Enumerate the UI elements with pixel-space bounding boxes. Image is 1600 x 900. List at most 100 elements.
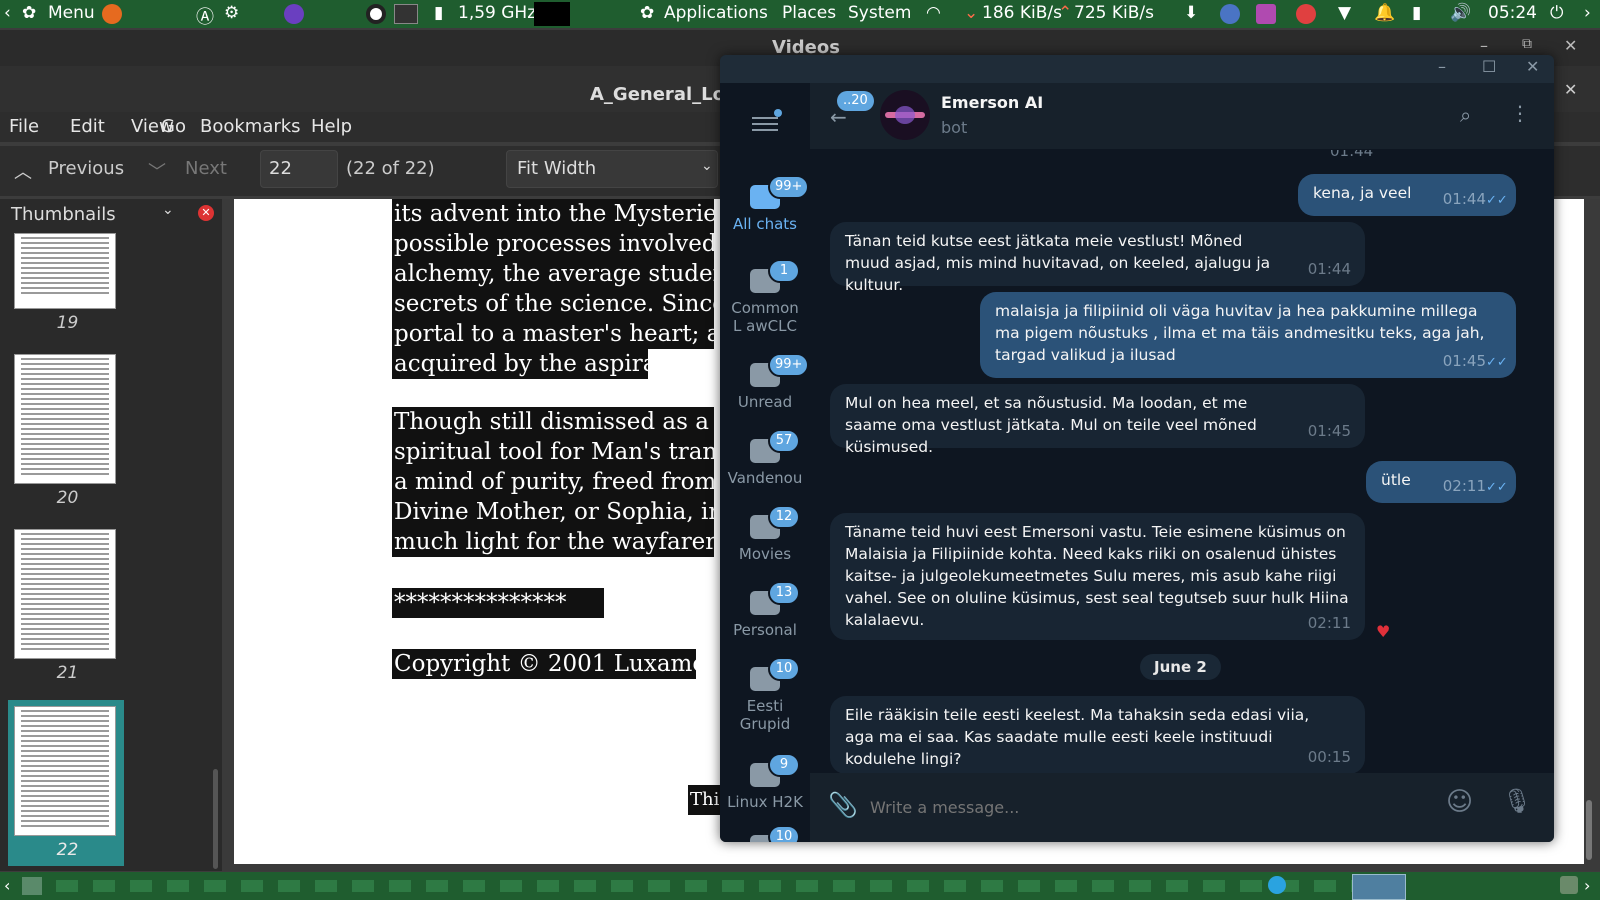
menu-icon[interactable]: ✿	[22, 3, 36, 23]
terminal-icon[interactable]	[394, 4, 418, 24]
opera-icon[interactable]	[366, 4, 386, 24]
folder-movies[interactable]: 12 Movies	[720, 505, 810, 563]
avatar[interactable]	[880, 90, 930, 140]
videos-restore-button[interactable]: ⧉	[1522, 36, 1532, 52]
message-outgoing[interactable]: malaisja ja filipiinid oli väga huvitav …	[980, 292, 1516, 378]
show-desktop-icon[interactable]	[22, 877, 42, 895]
message-incoming[interactable]: Mul on hea meel, et sa nõustusid. Ma loo…	[830, 384, 1365, 456]
evince-document-title: A_General_Loo	[590, 84, 738, 105]
applications-menu[interactable]: Applications	[664, 3, 768, 23]
taskbar-right-arrow-icon[interactable]: ›	[1584, 876, 1590, 895]
network-icon[interactable]: ▼	[1338, 3, 1351, 23]
trash-icon[interactable]	[1560, 876, 1578, 894]
notification-icon[interactable]: 🔔	[1374, 3, 1395, 23]
update-icon[interactable]	[1296, 4, 1316, 24]
page-number-input[interactable]: 22	[260, 150, 338, 188]
message-incoming[interactable]: Eile rääkisin teile eesti keelest. Ma ta…	[830, 696, 1365, 773]
evince-close-button[interactable]: ✕	[1564, 80, 1577, 99]
taskbar-window-list[interactable]	[56, 880, 1356, 892]
hamburger-menu-icon[interactable]	[752, 109, 782, 135]
battery-icon[interactable]: ▮	[1412, 3, 1421, 23]
search-icon[interactable]: ⌕	[1460, 103, 1471, 127]
panel-right-arrow-icon[interactable]: ›	[1584, 3, 1591, 23]
tg-maximize-button[interactable]: ☐	[1482, 57, 1496, 76]
message-outgoing[interactable]: kena, ja veel 01:44 ✓✓	[1298, 174, 1516, 216]
system-menu[interactable]: System	[848, 3, 911, 23]
folder-more[interactable]: 10	[720, 825, 810, 842]
more-options-icon[interactable]: ⋮	[1510, 101, 1530, 125]
zoom-value: Fit Width	[517, 158, 597, 179]
message-text: malaisja ja filipiinid oli väga huvitav …	[995, 302, 1485, 364]
menu-edit[interactable]: Edit	[70, 116, 105, 137]
microphone-icon[interactable]: 🎙	[1502, 787, 1532, 815]
back-unread-badge: ..20	[837, 91, 874, 111]
message-input[interactable]	[868, 789, 1432, 825]
places-menu[interactable]: Places	[782, 3, 836, 23]
folder-commonlawclc[interactable]: 1 CommonL awCLC	[720, 259, 810, 335]
attach-paperclip-icon[interactable]: 📎	[828, 791, 858, 819]
qbittorrent-icon[interactable]	[1220, 4, 1240, 24]
menu-help[interactable]: Help	[311, 116, 352, 137]
previous-button[interactable]: Previous	[48, 158, 124, 179]
chats-icon: 99+	[750, 353, 810, 387]
download-tray-icon[interactable]: ⬇	[1184, 3, 1198, 23]
sidebar-close-icon[interactable]: ✕	[198, 205, 214, 221]
folder-icon: 57	[750, 429, 800, 463]
panel-left-arrow-icon[interactable]: ‹	[4, 3, 11, 23]
heart-reaction-icon[interactable]: ♥	[1376, 622, 1390, 641]
clock[interactable]: 05:24	[1488, 3, 1537, 23]
audio-app-icon[interactable]	[1256, 4, 1276, 24]
tor-icon[interactable]	[284, 4, 304, 24]
zoom-select[interactable]: Fit Width ⌄	[506, 150, 718, 188]
cpu-graph	[534, 2, 570, 26]
message-incoming[interactable]: Tänan teid kutse eest jätkata meie vestl…	[830, 222, 1365, 294]
double-check-icon: ✓✓	[1486, 480, 1508, 495]
folder-badge: 99+	[768, 353, 810, 377]
active-task-button[interactable]	[1352, 874, 1406, 900]
message-scrollbar[interactable]	[1546, 150, 1550, 773]
power-icon[interactable]: ⏻	[1550, 3, 1563, 23]
message-outgoing[interactable]: ütle 02:11 ✓✓	[1366, 461, 1516, 503]
message-time: 01:44	[1307, 260, 1351, 278]
folder-linux-h2k[interactable]: 9 Linux H2K	[720, 753, 810, 811]
thumbnail-page-19[interactable]	[14, 233, 116, 309]
emoji-icon[interactable]: ☺	[1446, 787, 1473, 817]
chat-name[interactable]: Emerson AI	[941, 93, 1043, 112]
tg-close-button[interactable]: ✕	[1526, 57, 1539, 76]
folder-vandenou[interactable]: 57 Vandenou	[720, 429, 810, 487]
thumbnail-page-21[interactable]	[14, 529, 116, 659]
menu-bookmarks[interactable]: Bookmarks	[200, 116, 301, 137]
folder-personal[interactable]: 13 Personal	[720, 581, 810, 639]
folder-eesti-grupid[interactable]: 10 Eesti Grupid	[720, 657, 810, 733]
next-button[interactable]: Next	[185, 158, 227, 179]
menu-file[interactable]: File	[9, 116, 39, 137]
taskbar-left-arrow-icon[interactable]: ‹	[4, 876, 10, 895]
document-scrollbar[interactable]	[1586, 800, 1592, 860]
volume-icon[interactable]: 🔊	[1450, 3, 1471, 23]
folder-label: Linux H2K	[727, 793, 803, 811]
thumbnail-page-20[interactable]	[14, 354, 116, 484]
message-time: 02:11	[1442, 477, 1486, 495]
folder-icon: 13	[750, 581, 800, 615]
videos-close-button[interactable]: ✕	[1564, 36, 1577, 55]
folder-unread[interactable]: 99+ Unread	[720, 353, 810, 411]
sidebar-scrollbar[interactable]	[213, 769, 218, 869]
folder-badge: 12	[768, 505, 800, 529]
message-list[interactable]: 01:44 kena, ja veel 01:44 ✓✓ Tänan teid …	[810, 150, 1554, 773]
thumbnails-sidebar: 19 20 21 22	[0, 199, 222, 871]
folder-all-chats[interactable]: 99+ All chats	[720, 175, 810, 233]
sidebar-chevron-down-icon[interactable]: ⌄	[162, 202, 174, 218]
message-incoming[interactable]: Täname teid huvi eest Emersoni vastu. Te…	[830, 513, 1365, 640]
firefox-icon[interactable]	[102, 4, 122, 24]
thumbnail-selected[interactable]: 22	[8, 700, 124, 866]
software-icon[interactable]: Ⓐ	[196, 3, 214, 29]
videos-minimize-button[interactable]: –	[1480, 36, 1488, 55]
applications-icon[interactable]: ✿	[640, 3, 654, 23]
settings-icon[interactable]: ⚙	[224, 3, 239, 23]
menu-go[interactable]: Go	[161, 116, 186, 137]
telegram-tray-icon[interactable]	[1268, 876, 1286, 894]
doc-text-line: much light for the wayfarer to g	[392, 527, 714, 557]
menu-button[interactable]: Menu	[48, 3, 95, 23]
tg-minimize-button[interactable]: –	[1438, 57, 1446, 76]
folder-badge: 10	[768, 657, 800, 681]
